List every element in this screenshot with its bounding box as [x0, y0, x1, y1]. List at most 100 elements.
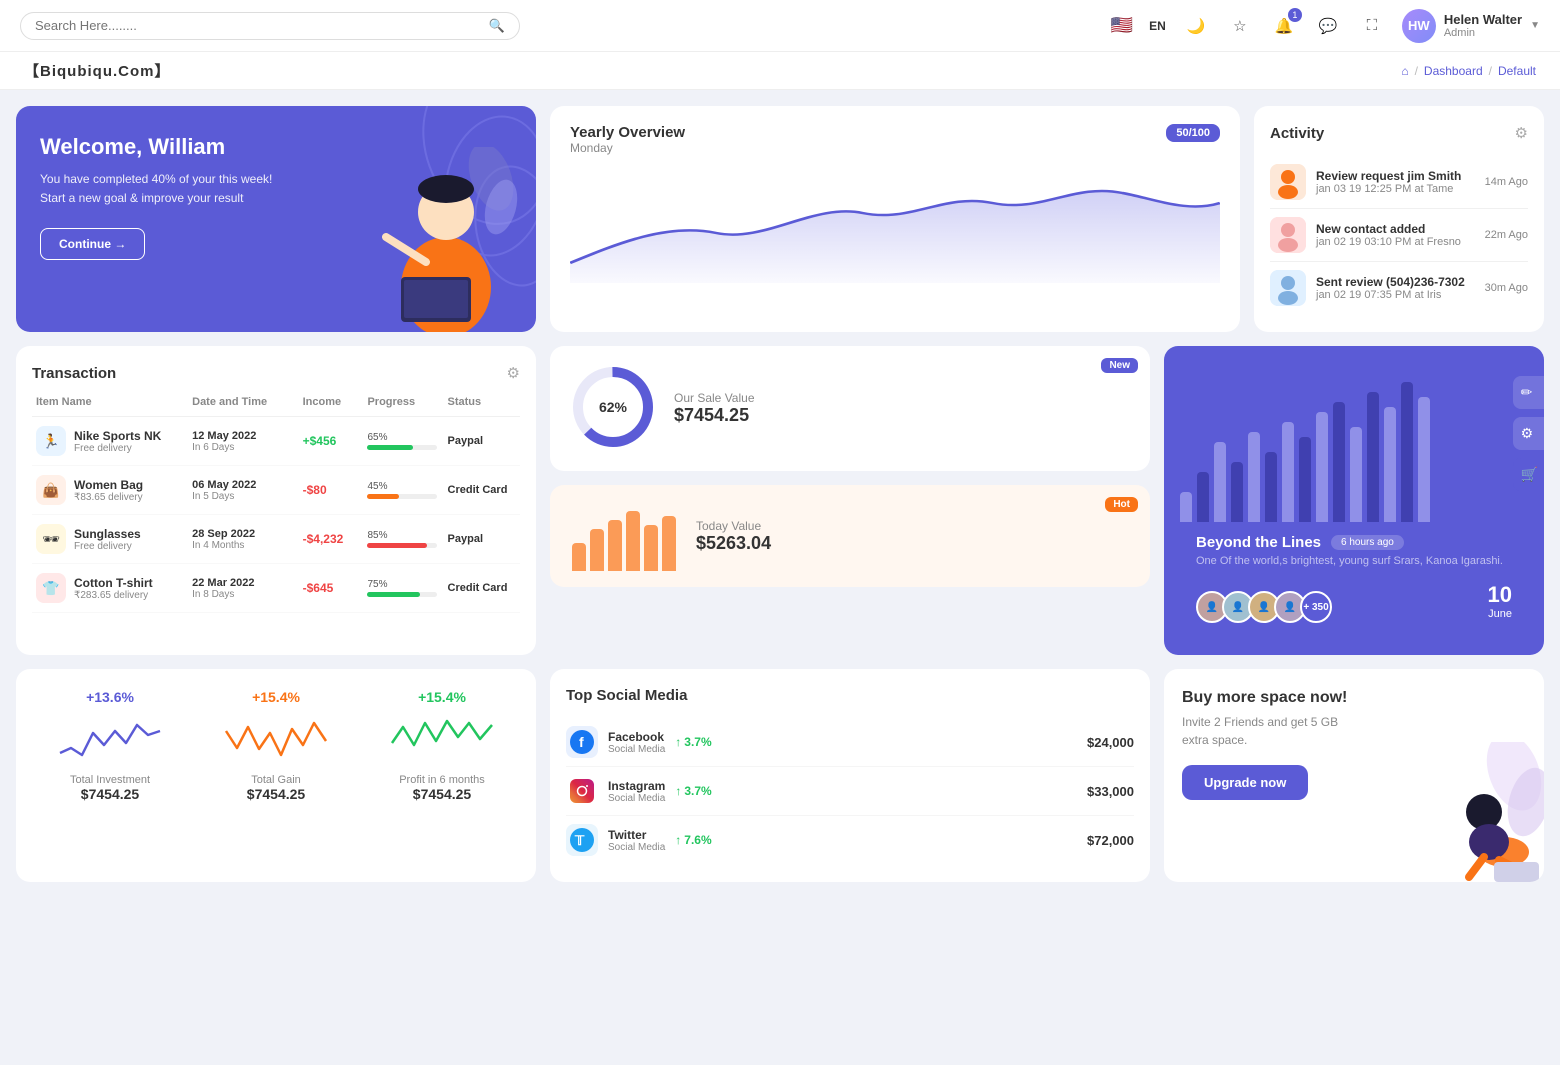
stat-profit: +15.4% Profit in 6 months $7454.25 [364, 689, 520, 862]
sale-value-text: Our Sale Value $7454.25 [674, 391, 755, 426]
beyond-footer: 👤 👤 👤 👤 + 350 10 June [1196, 579, 1512, 623]
social-row-facebook: f Facebook Social Media ↑ 3.7% $24,000 [566, 718, 1134, 767]
user-role: Admin [1444, 27, 1522, 39]
fullscreen-button[interactable]: ⛶ [1358, 12, 1386, 40]
bar-chart-bar [1384, 407, 1396, 522]
tx-progress-label: 75% [367, 579, 443, 590]
stat-profit-value: $7454.25 [364, 786, 520, 802]
social-card: Top Social Media f Facebook Social Media… [550, 669, 1150, 882]
svg-text:f: f [579, 734, 584, 750]
activity-text-1: Review request jim Smith jan 03 19 12:25… [1316, 169, 1475, 195]
today-value-label: Today Value [696, 519, 771, 533]
instagram-info: Instagram Social Media [608, 779, 665, 804]
bar-chart-bar [1214, 442, 1226, 522]
bar-chart-bar [1299, 437, 1311, 522]
tx-icon: 👜 [36, 475, 66, 505]
notification-button[interactable]: 🔔 1 [1270, 12, 1298, 40]
tx-income: -$80 [303, 483, 364, 497]
today-bar [662, 516, 676, 571]
tx-date-sub: In 8 Days [192, 589, 298, 600]
tx-item-sub: ₹283.65 delivery [74, 590, 153, 601]
activity-name-2: New contact added [1316, 222, 1475, 236]
social-title: Top Social Media [566, 687, 1134, 704]
user-name: Helen Walter [1444, 12, 1522, 27]
instagram-icon [566, 775, 598, 807]
transaction-settings-icon[interactable]: ⚙ [507, 364, 520, 382]
home-icon[interactable]: ⌂ [1401, 64, 1408, 78]
welcome-body: You have completed 40% of your this week… [40, 170, 280, 208]
dark-mode-button[interactable]: 🌙 [1182, 12, 1210, 40]
sparkline-investment [32, 713, 188, 763]
tx-progress-bar [367, 445, 437, 450]
svg-text:62%: 62% [599, 399, 628, 415]
tx-status: Paypal [448, 533, 516, 545]
tx-status: Credit Card [448, 582, 516, 594]
activity-card: Activity ⚙ Review request jim Smith jan … [1254, 106, 1544, 332]
social-row-instagram: Instagram Social Media ↑ 3.7% $33,000 [566, 767, 1134, 816]
tx-date-sub: In 4 Months [192, 540, 298, 551]
space-card: Buy more space now! Invite 2 Friends and… [1164, 669, 1544, 882]
social-list: f Facebook Social Media ↑ 3.7% $24,000 [566, 718, 1134, 864]
tx-item-cell: 👕 Cotton T-shirt ₹283.65 delivery [36, 573, 188, 603]
user-menu[interactable]: HW Helen Walter Admin ▼ [1402, 9, 1540, 43]
chat-button[interactable]: 💬 [1314, 12, 1342, 40]
search-input[interactable] [35, 18, 481, 33]
beyond-date: 10 June [1488, 582, 1512, 620]
beyond-plus-count: + 350 [1300, 591, 1332, 623]
tx-progress-fill [367, 543, 427, 548]
sidebar-action-buttons: ✏ ⚙ 🛒 [1513, 376, 1544, 491]
table-row: 🕶 Sunglasses Free delivery 28 Sep 2022 I… [32, 515, 520, 564]
activity-settings-icon[interactable]: ⚙ [1515, 124, 1528, 142]
activity-item: New contact added jan 02 19 03:10 PM at … [1270, 209, 1528, 262]
transaction-header: Transaction ⚙ [32, 364, 520, 382]
activity-name-3: Sent review (504)236-7302 [1316, 275, 1475, 289]
tx-icon: 👕 [36, 573, 66, 603]
activity-time-1: 14m Ago [1485, 176, 1528, 188]
today-value-amount: $5263.04 [696, 533, 771, 554]
instagram-amount: $33,000 [1087, 784, 1134, 799]
table-row: 👜 Women Bag ₹83.65 delivery 06 May 2022 … [32, 466, 520, 515]
yearly-sub: Monday [570, 141, 685, 155]
tx-status: Credit Card [448, 484, 516, 496]
twitter-icon: 𝕋 [566, 824, 598, 856]
activity-list: Review request jim Smith jan 03 19 12:25… [1270, 156, 1528, 314]
yearly-title: Yearly Overview [570, 124, 685, 141]
upgrade-button[interactable]: Upgrade now [1182, 765, 1308, 800]
activity-item: Review request jim Smith jan 03 19 12:25… [1270, 156, 1528, 209]
bar-chart-bar [1180, 492, 1192, 522]
bar-chart-bars [1180, 362, 1528, 522]
tx-date-cell: 22 Mar 2022 In 8 Days [192, 577, 298, 600]
bookmark-button[interactable]: ☆ [1226, 12, 1254, 40]
activity-avatar-1 [1270, 164, 1306, 200]
tx-progress-fill [367, 494, 399, 499]
tx-progress-label: 85% [367, 530, 443, 541]
mid-row: Transaction ⚙ Item Name Date and Time In… [16, 346, 1544, 655]
language-label[interactable]: EN [1149, 19, 1166, 33]
stat-profit-label: Profit in 6 months [364, 774, 520, 786]
tx-item-name: Cotton T-shirt [74, 576, 153, 590]
stat-gain-pct: +15.4% [198, 689, 354, 705]
avatar: HW [1402, 9, 1436, 43]
cart-icon[interactable]: 🛒 [1513, 458, 1544, 491]
tx-icon: 🕶 [36, 524, 66, 554]
tx-date-cell: 06 May 2022 In 5 Days [192, 479, 298, 502]
table-row: 👕 Cotton T-shirt ₹283.65 delivery 22 Mar… [32, 564, 520, 613]
activity-name-1: Review request jim Smith [1316, 169, 1475, 183]
twitter-type: Social Media [608, 842, 665, 853]
bar-chart-bar [1350, 427, 1362, 522]
bar-chart-card: Beyond the Lines 6 hours ago One Of the … [1164, 346, 1544, 655]
nav-right: 🇺🇸 EN 🌙 ☆ 🔔 1 💬 ⛶ HW Helen Walter Admin … [1111, 9, 1540, 43]
breadcrumb-dashboard[interactable]: Dashboard [1424, 64, 1483, 78]
today-bar [608, 520, 622, 571]
continue-button[interactable]: Continue → [40, 228, 145, 260]
settings-icon[interactable]: ⚙ [1513, 417, 1544, 450]
beyond-header: Beyond the Lines 6 hours ago [1196, 534, 1512, 551]
tx-progress-cell: 75% [367, 579, 443, 597]
search-bar[interactable]: 🔍 [20, 12, 520, 40]
tx-income: -$4,232 [303, 532, 364, 546]
edit-icon[interactable]: ✏ [1513, 376, 1544, 409]
sale-value-amount: $7454.25 [674, 405, 755, 426]
yearly-card: Yearly Overview Monday 50/100 [550, 106, 1240, 332]
tx-date: 28 Sep 2022 [192, 528, 298, 540]
activity-title: Activity [1270, 125, 1324, 142]
